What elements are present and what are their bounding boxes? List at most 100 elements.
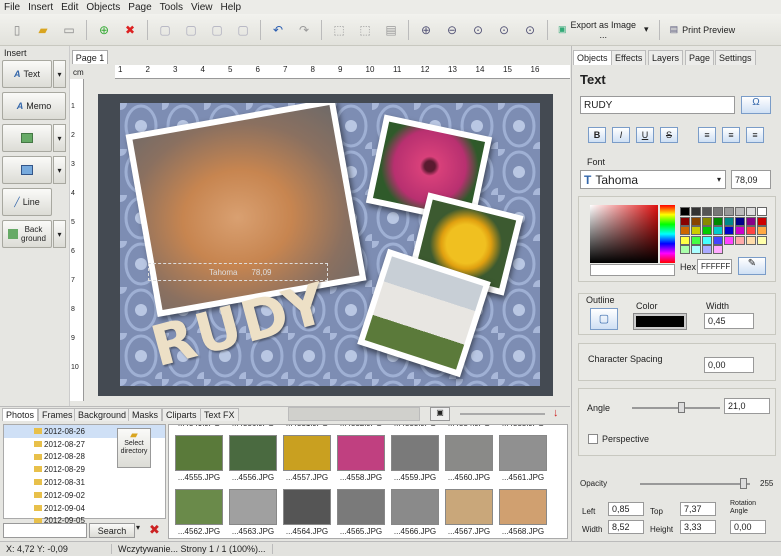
open-icon[interactable]: ▰ [34,21,52,39]
tab-text-fx[interactable]: Text FX [200,408,239,421]
cut-icon[interactable]: ▢ [182,21,200,39]
photo-thumbnail[interactable] [229,489,277,525]
tab-effects[interactable]: Effects [611,50,647,65]
photo-thumbnail[interactable] [229,435,277,471]
zoom-out-icon[interactable]: ⊖ [443,21,461,39]
color-swatch[interactable] [724,226,734,235]
insert-image-button[interactable] [2,124,52,152]
menu-page[interactable]: Page [124,2,155,13]
fit-icon[interactable]: ⬚ [330,21,348,39]
color-swatch[interactable] [713,235,723,245]
search-input[interactable] [3,523,87,538]
color-swatch[interactable] [724,235,734,245]
left-input[interactable]: 0,85 [608,502,644,516]
align-right-icon[interactable]: ≡ [746,127,764,143]
color-swatch[interactable] [713,226,723,235]
char-spacing-input[interactable]: 0,00 [704,357,754,373]
bold-button[interactable]: B [588,127,606,143]
select-directory-button[interactable]: ▰ Select directory [117,428,151,468]
insert-line-button[interactable]: ╱ Line [2,188,52,216]
menu-help[interactable]: Help [217,2,246,13]
insert-memo-button[interactable]: A Memo [2,92,66,120]
color-swatch[interactable] [680,235,690,245]
export-image-button[interactable]: ▣ Export as Image ... ▾ [552,18,655,42]
duplicate-icon[interactable]: ▢ [234,21,252,39]
underline-button[interactable]: U [636,127,654,143]
tree-item[interactable]: 2012-08-31 [4,476,165,489]
strikethrough-button[interactable]: S [660,127,678,143]
clear-icon[interactable]: ✖ [149,522,160,538]
tab-objects[interactable]: Objects [573,50,612,65]
color-swatch[interactable] [702,245,712,254]
color-swatch[interactable] [702,216,712,226]
insert-shape-dropdown[interactable]: ▾ [53,156,66,184]
menu-insert[interactable]: Insert [24,2,57,13]
color-swatch[interactable] [746,235,756,245]
angle-input[interactable]: 21,0 [724,398,770,414]
menu-objects[interactable]: Objects [82,2,124,13]
text-value-input[interactable]: RUDY [580,96,735,114]
color-swatch[interactable] [735,226,745,235]
color-swatch[interactable] [746,207,756,216]
color-swatch[interactable] [757,216,767,226]
color-swatch[interactable] [724,207,734,216]
photo-thumbnail[interactable] [175,435,223,471]
photo-thumbnail[interactable] [337,435,385,471]
zoom-width-icon[interactable]: ⊙ [521,21,539,39]
width2-input[interactable]: 8,52 [608,520,644,534]
hue-bar[interactable] [660,205,675,263]
photo-thumbnail[interactable] [445,435,493,471]
tab-page-1[interactable]: Page 1 [72,50,108,64]
color-swatch[interactable] [735,235,745,245]
add-icon[interactable]: ⊕ [95,21,113,39]
insert-shape-button[interactable] [2,156,52,184]
color-swatch[interactable] [680,226,690,235]
insert-background-button[interactable]: Back ground [2,220,52,248]
edit-text-icon[interactable]: Ω [741,96,771,114]
menu-edit[interactable]: Edit [57,2,82,13]
photo-thumbnail[interactable] [499,489,547,525]
insert-text-dropdown[interactable]: ▾ [53,60,66,88]
tab-masks[interactable]: Masks [128,408,163,421]
color-gradient[interactable] [590,205,658,263]
photo-thumbnail[interactable] [175,489,223,525]
color-swatch[interactable] [702,207,712,216]
delete-icon[interactable]: ✖ [121,21,139,39]
outline-color-swatch[interactable] [633,313,687,330]
align-left-icon[interactable]: ≡ [698,127,716,143]
insert-image-dropdown[interactable]: ▾ [53,124,66,152]
tab-page[interactable]: Page [685,50,715,65]
perspective-checkbox[interactable] [588,434,598,444]
font-size-spinner[interactable]: 78,09 [731,170,771,189]
color-swatch[interactable] [702,226,712,235]
eyedropper-icon[interactable]: ✎ [738,257,766,275]
undo-icon[interactable]: ↶ [269,21,287,39]
color-swatch[interactable] [691,235,701,245]
photo-thumbnail[interactable] [283,489,331,525]
color-swatch[interactable] [691,245,701,254]
color-swatch[interactable] [713,207,723,216]
arrow-down-icon[interactable]: ↓ [553,407,559,419]
tab-settings[interactable]: Settings [715,50,756,65]
align-icon[interactable]: ▤ [382,21,400,39]
cat-photo[interactable] [125,103,367,318]
height-input[interactable]: 3,33 [680,520,716,534]
group-icon[interactable]: ⬚ [356,21,374,39]
top-input[interactable]: 7,37 [680,502,716,516]
insert-background-dropdown[interactable]: ▾ [53,220,66,248]
color-swatch[interactable] [680,245,690,254]
outline-toggle[interactable]: ▢ [590,308,618,330]
align-center-icon[interactable]: ≡ [722,127,740,143]
menu-view[interactable]: View [187,2,217,13]
color-swatch[interactable] [702,235,712,245]
chevron-down-icon[interactable]: ▾ [644,24,649,35]
hex-input[interactable]: FFFFFF [697,259,732,274]
menu-tools[interactable]: Tools [156,2,187,13]
color-swatch[interactable] [746,226,756,235]
photo-thumbnail[interactable] [337,489,385,525]
color-swatch[interactable] [746,216,756,226]
photo-thumbnail[interactable] [391,489,439,525]
color-swatch[interactable] [713,245,723,254]
tree-item[interactable]: 2012-09-04 [4,502,165,515]
size-slider[interactable] [460,413,545,415]
